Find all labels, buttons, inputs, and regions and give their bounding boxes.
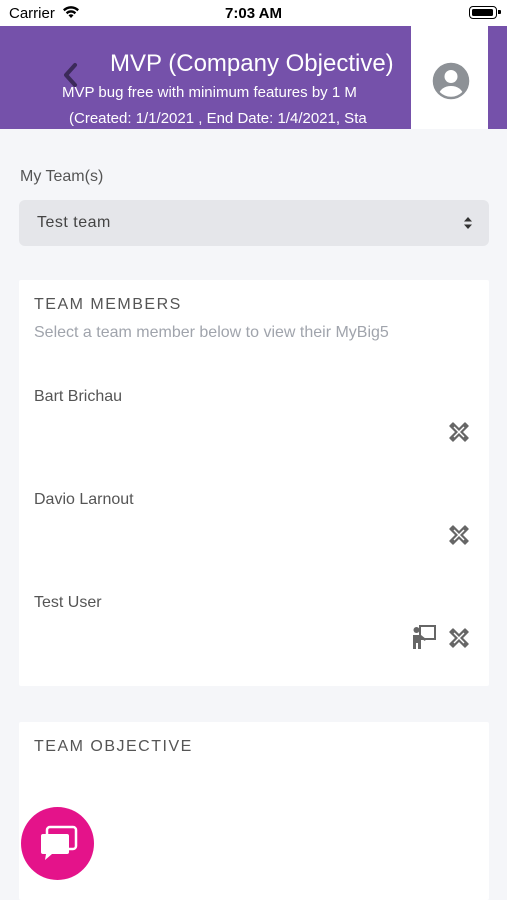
team-select[interactable]: Test team xyxy=(19,200,489,246)
team-objective-card: TEAM OBJECTIVE xyxy=(19,722,489,900)
presenter-icon[interactable] xyxy=(411,624,437,650)
member-name[interactable]: Test User xyxy=(34,594,102,612)
tools-icon[interactable] xyxy=(446,522,472,548)
objective-dates: (Created: 1/1/2021 , End Date: 1/4/2021,… xyxy=(69,110,367,127)
page-title: MVP (Company Objective) xyxy=(110,50,394,77)
sort-arrows-icon xyxy=(464,217,472,229)
team-members-card: TEAM MEMBERS Select a team member below … xyxy=(19,280,489,686)
team-select-value: Test team xyxy=(37,214,111,231)
status-bar: Carrier 7:03 AM xyxy=(0,0,507,26)
chat-button[interactable] xyxy=(21,807,94,880)
tools-icon[interactable] xyxy=(446,419,472,445)
team-objective-heading: TEAM OBJECTIVE xyxy=(34,738,193,755)
user-circle-icon xyxy=(432,62,470,100)
team-members-hint: Select a team member below to view their… xyxy=(34,324,389,341)
my-teams-label: My Team(s) xyxy=(20,168,104,185)
clock-time: 7:03 AM xyxy=(225,5,282,22)
profile-button[interactable] xyxy=(411,26,488,129)
chat-icon xyxy=(41,825,78,860)
tools-icon[interactable] xyxy=(446,625,472,651)
team-members-heading: TEAM MEMBERS xyxy=(34,296,182,313)
member-name[interactable]: Bart Brichau xyxy=(34,388,122,406)
battery-icon xyxy=(469,6,501,19)
member-name[interactable]: Davio Larnout xyxy=(34,491,134,509)
objective-description: MVP bug free with minimum features by 1 … xyxy=(62,84,357,101)
